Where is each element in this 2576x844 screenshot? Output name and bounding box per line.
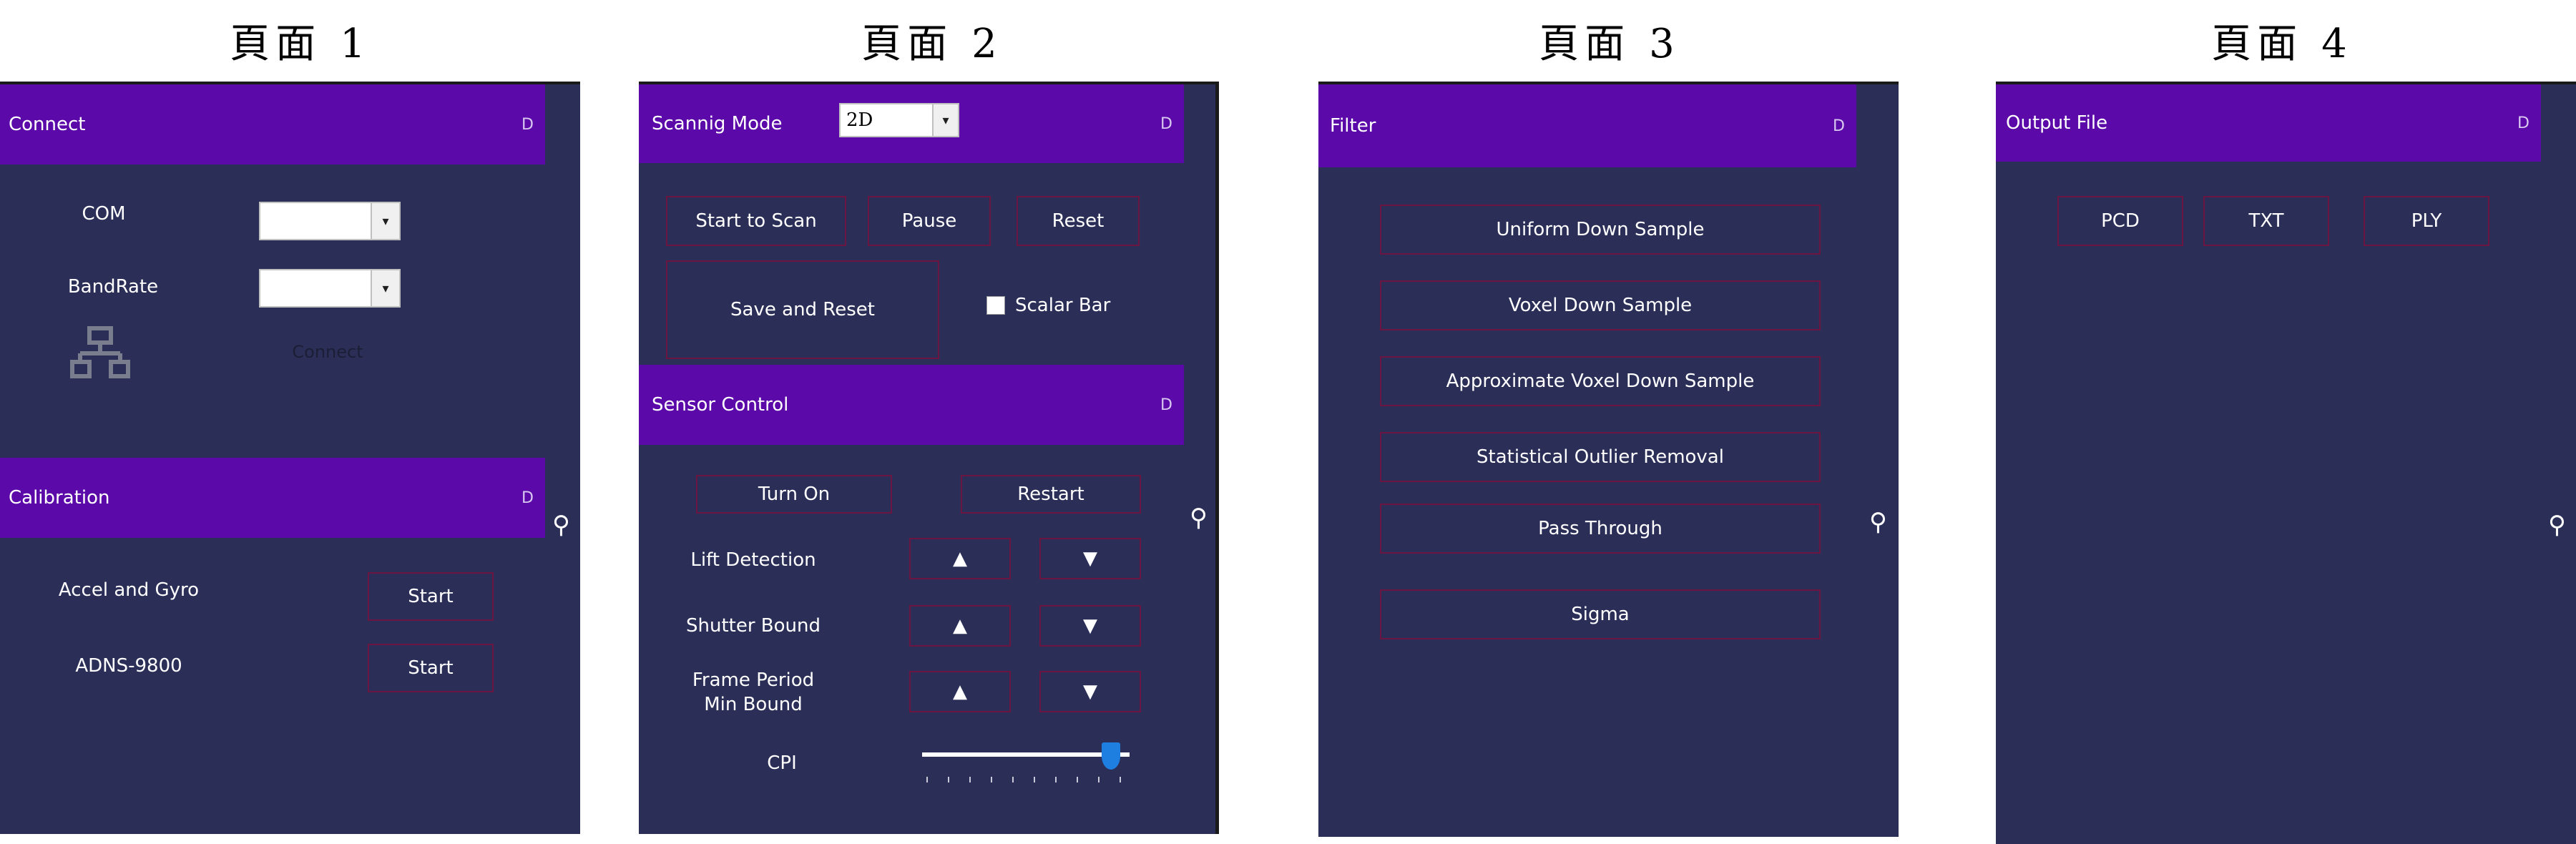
cpi-slider-tick <box>1098 777 1100 782</box>
cpi-slider-tick <box>1077 777 1078 782</box>
turn-on-button[interactable]: Turn On <box>696 475 892 514</box>
output-file-title: Output File <box>2006 112 2108 134</box>
adns-9800-start-button[interactable]: Start <box>368 644 494 692</box>
sensor-control-header[interactable]: Sensor Control D <box>639 365 1184 445</box>
filter-title: Filter <box>1330 115 1376 137</box>
shutter-bound-up-button[interactable]: ▲ <box>909 605 1011 647</box>
scan-mode-value: 2D <box>846 109 873 131</box>
chevron-down-icon[interactable]: ▾ <box>371 203 399 239</box>
lift-detection-label: Lift Detection <box>690 549 816 571</box>
pin-icon[interactable]: ⚲ <box>552 511 570 539</box>
shutter-bound-label: Shutter Bound <box>685 615 821 637</box>
page-3-panel: Filter D Uniform Down Sample Voxel Down … <box>1318 82 1899 837</box>
adns-9800-label: ADNS-9800 <box>75 655 182 677</box>
dock-icon[interactable]: D <box>2517 84 2530 162</box>
dock-icon[interactable]: D <box>1160 84 1172 163</box>
cpi-slider-tick <box>969 777 971 782</box>
com-label: COM <box>82 203 126 225</box>
dock-icon[interactable]: D <box>1160 365 1172 445</box>
save-and-reset-button[interactable]: Save and Reset <box>666 260 939 359</box>
frame-period-down-button[interactable]: ▼ <box>1039 671 1141 712</box>
connect-section-header[interactable]: Connect D <box>0 84 545 165</box>
ply-button[interactable]: PLY <box>2364 196 2489 246</box>
cpi-slider-track <box>922 752 1130 757</box>
scalar-bar-checkbox[interactable] <box>986 296 1005 315</box>
cpi-slider-tick <box>948 777 949 782</box>
chevron-down-icon[interactable]: ▾ <box>371 270 399 306</box>
uniform-down-sample-button[interactable]: Uniform Down Sample <box>1380 205 1821 255</box>
triangle-down-icon: ▼ <box>1083 548 1097 569</box>
cpi-slider-tick <box>1055 777 1057 782</box>
pin-icon[interactable]: ⚲ <box>1869 508 1887 536</box>
page-1-panel: Connect D COM ▾ BandRate ▾ Connect Calib… <box>0 82 580 834</box>
sigma-button[interactable]: Sigma <box>1380 589 1821 639</box>
page-4-panel: Output File D PCD TXT PLY ⚲ <box>1996 82 2576 844</box>
lift-detection-down-button[interactable]: ▼ <box>1039 538 1141 579</box>
triangle-down-icon: ▼ <box>1083 681 1097 702</box>
calibration-section-title: Calibration <box>9 487 110 509</box>
statistical-outlier-removal-button[interactable]: Statistical Outlier Removal <box>1380 432 1821 482</box>
triangle-up-icon: ▲ <box>953 681 967 702</box>
pass-through-button[interactable]: Pass Through <box>1380 504 1821 554</box>
dock-icon[interactable]: D <box>1833 84 1845 167</box>
page-2-caption: 頁面 2 <box>861 21 1003 67</box>
dock-icon[interactable]: D <box>521 84 534 165</box>
network-icon[interactable] <box>70 325 130 382</box>
bandrate-label: BandRate <box>67 276 159 298</box>
cpi-slider-ticks <box>922 777 1130 784</box>
chevron-down-icon[interactable]: ▾ <box>932 104 958 136</box>
triangle-up-icon: ▲ <box>953 548 967 569</box>
restart-button[interactable]: Restart <box>961 475 1141 514</box>
page-4-caption: 頁面 4 <box>2211 21 2353 67</box>
voxel-down-sample-button[interactable]: Voxel Down Sample <box>1380 280 1821 330</box>
page-3-caption: 頁面 3 <box>1539 21 1680 67</box>
page-2-panel: Scannig Mode D 2D ▾ Start to Scan Pause … <box>639 82 1219 834</box>
frame-period-label-line2: Min Bound <box>704 694 803 715</box>
page-1-caption: 頁面 1 <box>230 21 371 67</box>
accel-gyro-label: Accel and Gyro <box>58 579 200 601</box>
cpi-slider-tick <box>1012 777 1014 782</box>
start-to-scan-button[interactable]: Start to Scan <box>666 196 846 246</box>
calibration-section-header[interactable]: Calibration D <box>0 458 545 538</box>
scanning-mode-title: Scannig Mode <box>652 113 783 134</box>
shutter-bound-down-button[interactable]: ▼ <box>1039 605 1141 647</box>
reset-button[interactable]: Reset <box>1017 196 1140 246</box>
cpi-slider-tick <box>1120 777 1121 782</box>
bandrate-select[interactable]: ▾ <box>259 269 401 308</box>
connect-button-label[interactable]: Connect <box>292 342 363 362</box>
frame-period-label-line1: Frame Period <box>692 669 815 691</box>
dock-icon[interactable]: D <box>521 458 534 538</box>
pcd-button[interactable]: PCD <box>2057 196 2183 246</box>
output-file-header[interactable]: Output File D <box>1996 84 2541 162</box>
scalar-bar-label: Scalar Bar <box>1015 295 1111 316</box>
filter-header[interactable]: Filter D <box>1318 84 1856 167</box>
scan-mode-select[interactable]: 2D ▾ <box>839 103 959 137</box>
pin-icon[interactable]: ⚲ <box>2548 511 2566 539</box>
accel-gyro-start-button[interactable]: Start <box>368 572 494 621</box>
cpi-slider-thumb[interactable] <box>1101 742 1120 770</box>
cpi-slider-tick <box>1034 777 1035 782</box>
panel-right-edge <box>1215 82 1219 834</box>
triangle-up-icon: ▲ <box>953 615 967 637</box>
lift-detection-up-button[interactable]: ▲ <box>909 538 1011 579</box>
sensor-control-title: Sensor Control <box>652 394 789 416</box>
pause-button[interactable]: Pause <box>868 196 991 246</box>
cpi-slider-tick <box>991 777 992 782</box>
connect-section-title: Connect <box>9 114 86 135</box>
cpi-label: CPI <box>767 752 797 774</box>
pin-icon[interactable]: ⚲ <box>1190 504 1208 532</box>
frame-period-up-button[interactable]: ▲ <box>909 671 1011 712</box>
approximate-voxel-down-sample-button[interactable]: Approximate Voxel Down Sample <box>1380 356 1821 406</box>
cpi-slider-tick <box>926 777 928 782</box>
cpi-slider[interactable] <box>922 738 1137 788</box>
com-select[interactable]: ▾ <box>259 202 401 240</box>
triangle-down-icon: ▼ <box>1083 615 1097 637</box>
txt-button[interactable]: TXT <box>2203 196 2329 246</box>
